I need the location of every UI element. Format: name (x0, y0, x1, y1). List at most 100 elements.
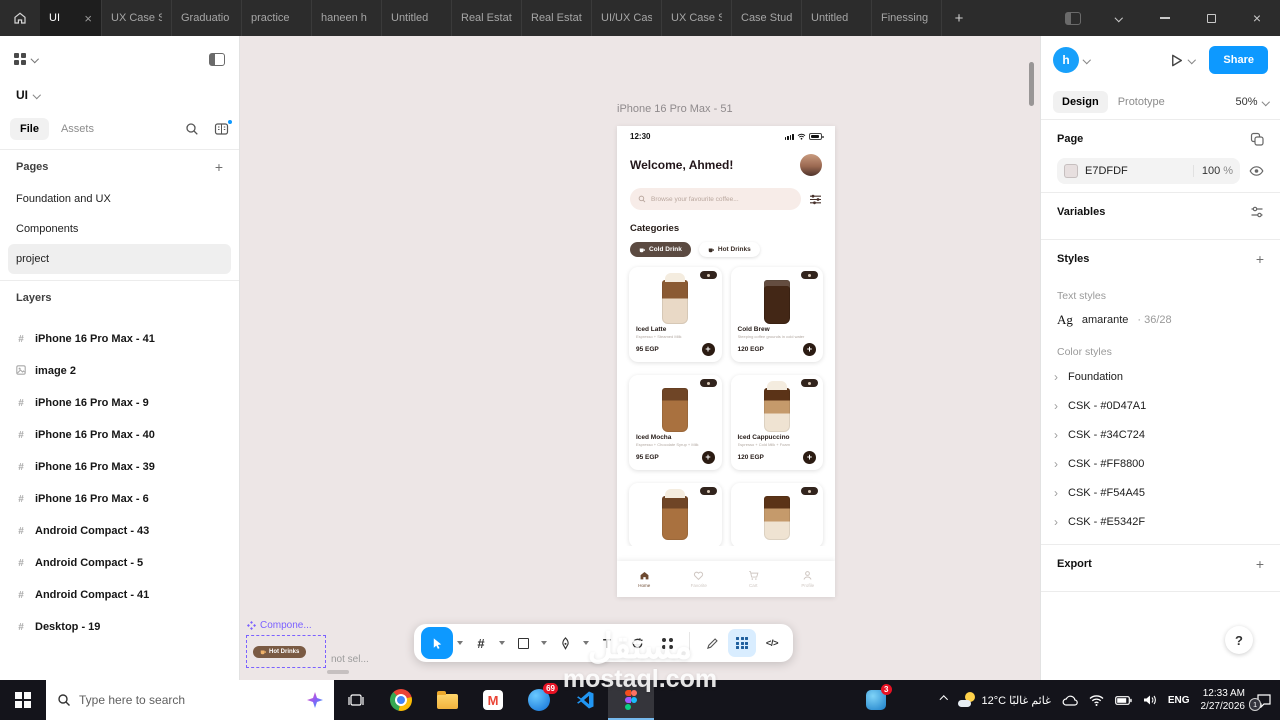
chevron-down-icon[interactable] (1187, 56, 1196, 64)
tab-document[interactable]: Untitled (382, 0, 452, 36)
layer-row[interactable]: # Android Compact - 43 (0, 515, 239, 547)
minimize-button[interactable] (1142, 0, 1188, 36)
color-style-row[interactable]: › Foundation (1041, 362, 1280, 391)
taskbar-search[interactable] (46, 680, 334, 720)
product-card-partial[interactable] (730, 483, 823, 546)
frame-tool[interactable]: # (467, 629, 495, 657)
color-style-row[interactable]: › CSK - #F54A45 (1041, 478, 1280, 507)
page-item[interactable]: Components (8, 214, 231, 244)
taskbar-app-gmail[interactable]: M (470, 680, 516, 720)
category-chip-cold-drink[interactable]: Cold Drink (630, 242, 691, 257)
tab-document[interactable]: Untitled (802, 0, 872, 36)
category-chip-hot-drinks[interactable]: Hot Drinks (698, 242, 760, 257)
library-icon[interactable] (214, 118, 233, 136)
search-input[interactable] (79, 693, 299, 707)
share-button[interactable]: Share (1209, 46, 1268, 74)
action-center-button[interactable]: 1 (1249, 693, 1272, 711)
window-panel-icon[interactable] (1050, 0, 1096, 36)
color-style-row[interactable]: › CSK - #34C724 (1041, 420, 1280, 449)
color-hex-value[interactable]: E7DFDF (1085, 165, 1186, 177)
add-style-button[interactable]: + (1256, 251, 1264, 267)
zoom-menu[interactable]: 50% (1235, 96, 1270, 108)
chevron-down-icon[interactable] (541, 641, 547, 645)
help-button[interactable]: ? (1225, 626, 1253, 654)
taskbar-app-browser[interactable]: 69 (516, 680, 562, 720)
canvas-vertical-scrollbar[interactable] (1029, 62, 1034, 106)
taskbar-app-messenger[interactable]: 3 (856, 680, 896, 720)
draw-mode-button[interactable] (698, 629, 726, 657)
color-swatch[interactable] (1064, 164, 1078, 178)
tab-document[interactable]: Real Estat (522, 0, 592, 36)
move-tool[interactable] (421, 627, 453, 659)
show-hidden-icons-chevron[interactable] (939, 696, 948, 704)
chevron-right-icon[interactable]: › (1052, 370, 1060, 384)
visibility-eye-icon[interactable] (1249, 165, 1264, 177)
coffee-search-bar[interactable]: Browse your favourite coffee... (630, 188, 801, 210)
tab-assets[interactable]: Assets (61, 123, 94, 135)
layer-row[interactable]: # iPhone 16 Pro Max - 39 (0, 451, 239, 483)
wifi-icon[interactable] (1089, 694, 1104, 706)
pen-tool[interactable] (551, 629, 579, 657)
layer-row[interactable]: # iPhone 16 Pro Max - 40 (0, 419, 239, 451)
tab-document[interactable]: UX Case S (662, 0, 732, 36)
user-avatar[interactable] (800, 154, 822, 176)
nav-cart[interactable]: Cart (726, 561, 781, 597)
layer-row[interactable]: # Android Compact - 5 (0, 547, 239, 579)
chevron-down-icon[interactable] (583, 641, 589, 645)
tab-document[interactable]: practice (242, 0, 312, 36)
component-selection-box[interactable]: Hot Drinks (246, 635, 326, 668)
battery-icon[interactable] (1114, 695, 1132, 705)
language-indicator[interactable]: ENG (1168, 695, 1190, 706)
taskbar-app-vscode[interactable] (562, 680, 608, 720)
nav-home[interactable]: Home (617, 561, 672, 597)
chevron-down-icon[interactable] (499, 641, 505, 645)
adjustments-icon[interactable] (1250, 205, 1264, 219)
tab-document[interactable]: Real Estat (452, 0, 522, 36)
product-card[interactable]: Iced Cappuccino Espresso + Cold Milk + F… (730, 375, 823, 470)
component-label[interactable]: Compone... (247, 620, 312, 631)
taskbar-app-file-explorer[interactable] (424, 680, 470, 720)
dev-mode-button[interactable]: </> (758, 629, 786, 657)
canvas-horizontal-scrollbar[interactable] (327, 670, 349, 674)
weather-widget[interactable]: 12°C غائم غالبًا (957, 692, 1051, 708)
shape-tool[interactable] (509, 629, 537, 657)
text-tool[interactable]: T (593, 629, 621, 657)
color-style-row[interactable]: › CSK - #E5342F (1041, 507, 1280, 536)
nav-favorite[interactable]: Favorite (672, 561, 727, 597)
add-export-button[interactable]: + (1256, 556, 1264, 572)
user-avatar[interactable]: h (1053, 47, 1079, 73)
add-page-button[interactable]: + (215, 159, 223, 175)
tab-document[interactable]: UI/UX Cas (592, 0, 662, 36)
layer-row[interactable]: # iPhone 16 Pro Max - 6 (0, 483, 239, 515)
chevron-right-icon[interactable]: › (1052, 428, 1060, 442)
design-mode-button[interactable] (728, 629, 756, 657)
tab-prototype[interactable]: Prototype (1118, 96, 1165, 108)
product-card[interactable]: Cold Brew Steeping coffee grounds in col… (730, 267, 823, 362)
tab-document[interactable]: Case Stud (732, 0, 802, 36)
product-card[interactable]: Iced Mocha Espresso + Chocolate Syrup + … (629, 375, 722, 470)
actions-tool[interactable] (623, 629, 651, 657)
layer-row[interactable]: # Android Compact - 41 (0, 579, 239, 611)
color-style-row[interactable]: › CSK - #0D47A1 (1041, 391, 1280, 420)
home-tab-button[interactable] (0, 0, 40, 36)
tab-design[interactable]: Design (1053, 90, 1108, 113)
tab-document[interactable]: Finessing (872, 0, 942, 36)
search-icon[interactable] (185, 122, 199, 136)
page-color-field[interactable]: E7DFDF 100 % (1057, 158, 1240, 184)
hot-drinks-chip-component[interactable]: Hot Drinks (253, 645, 307, 658)
volume-icon[interactable] (1143, 694, 1157, 706)
color-style-row[interactable]: › CSK - #FF8800 (1041, 449, 1280, 478)
file-name-menu[interactable]: UI (0, 82, 239, 108)
task-view-button[interactable] (334, 680, 378, 720)
tab-document[interactable]: haneen h (312, 0, 382, 36)
chevron-right-icon[interactable]: › (1052, 457, 1060, 471)
swap-page-icon[interactable] (1250, 132, 1264, 146)
chevron-down-icon[interactable] (1082, 56, 1091, 64)
product-card-partial[interactable] (629, 483, 722, 546)
frame-label[interactable]: iPhone 16 Pro Max - 51 (617, 103, 733, 115)
chevron-right-icon[interactable]: › (1052, 515, 1060, 529)
present-play-icon[interactable] (1169, 53, 1184, 68)
tab-document[interactable]: UX Case S (102, 0, 172, 36)
onedrive-cloud-icon[interactable] (1062, 695, 1078, 706)
close-tab-icon[interactable]: × (84, 12, 92, 25)
